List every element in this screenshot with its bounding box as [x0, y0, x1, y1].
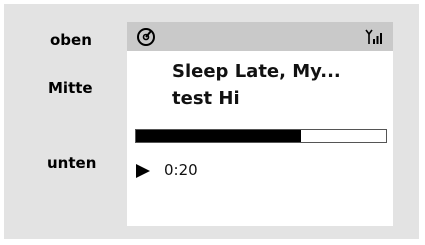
- elapsed-time: 0:20: [164, 161, 198, 179]
- status-bar: [127, 22, 393, 51]
- label-middle: Mitte: [48, 79, 93, 97]
- play-icon: [136, 164, 150, 178]
- label-top: oben: [50, 31, 92, 49]
- track-title-line-2: test Hi: [172, 88, 240, 109]
- disc-icon: [137, 28, 155, 46]
- signal-strength-icon: [365, 29, 382, 44]
- progress-fill: [136, 130, 301, 142]
- display-screen: Sleep Late, My... test Hi 0:20: [127, 22, 393, 226]
- progress-bar: [135, 129, 387, 143]
- label-bottom: unten: [47, 154, 97, 172]
- track-title-line-1: Sleep Late, My...: [172, 61, 341, 82]
